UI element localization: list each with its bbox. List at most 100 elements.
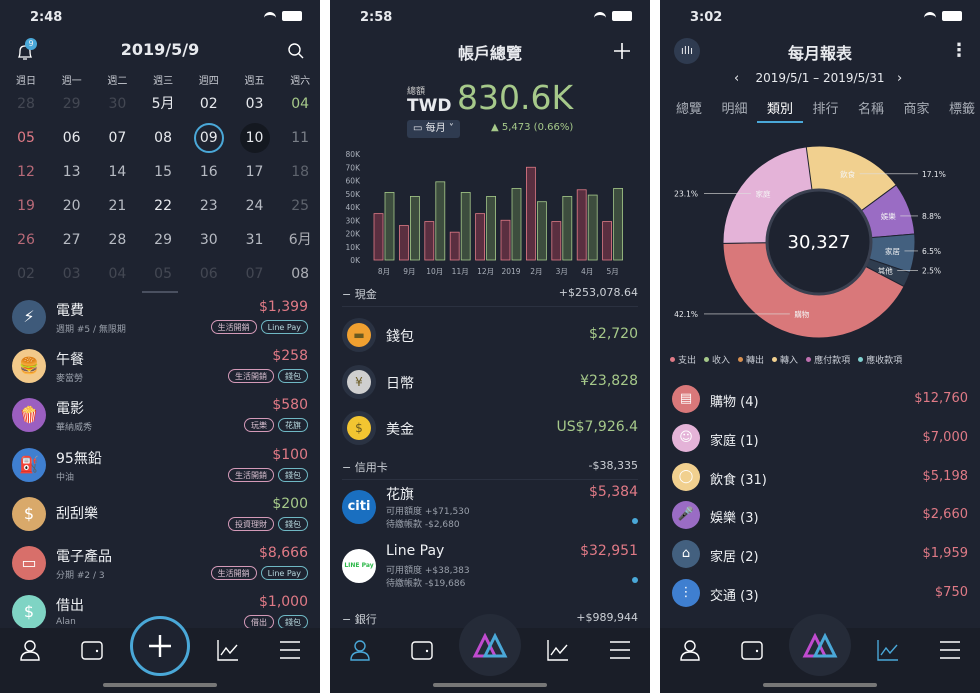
menu-icon[interactable] [608,638,632,662]
calendar-day[interactable]: 24 [235,191,275,221]
chart-icon[interactable] [876,638,900,662]
calendar-day[interactable]: 18 [280,157,320,187]
calendar-day[interactable]: 26 [6,225,46,255]
calendar-day[interactable]: 17 [235,157,275,187]
transaction-row[interactable]: ▭ 電子產品 分期 #2 / 3 $8,666 生活開銷 Line Pay [0,544,320,590]
category-row[interactable]: ⋮ 交通 (3) $750 [660,578,980,610]
transaction-row[interactable]: ⚡ 電費 週期 #5 / 無限期 $1,399 生活開銷 Line Pay [0,298,320,344]
add-account-icon[interactable] [612,41,632,61]
add-transaction-button[interactable] [130,616,190,676]
category-row[interactable]: ⌂ 家居 (2) $1,959 [660,539,980,571]
calendar-day[interactable]: 04 [97,259,137,289]
tag-chip[interactable]: 錢包 [278,467,308,482]
tag-chip[interactable]: 生活開銷 [210,566,257,580]
calendar-day[interactable]: 30 [189,225,229,255]
tag-chip[interactable]: 生活開銷 [210,320,257,334]
tag-chip[interactable]: 生活開銷 [228,369,274,384]
legend-item[interactable]: 應收款項 [858,353,902,366]
profile-icon[interactable] [678,638,702,662]
wallet-icon[interactable] [740,638,764,662]
calendar-day[interactable]: 03 [235,89,275,119]
calendar-day[interactable]: 10 [239,123,270,153]
calendar-day[interactable]: 12 [6,157,46,187]
calendar-day[interactable]: 28 [97,225,137,255]
calendar-day[interactable]: 09 [193,123,224,153]
calendar-day[interactable]: 13 [52,157,92,187]
tab-6[interactable]: 標籤 [939,98,980,117]
legend-item[interactable]: 轉出 [738,353,764,366]
calendar-day[interactable]: 16 [189,157,229,187]
calendar-day[interactable]: 07 [97,123,137,153]
menu-icon[interactable] [938,638,962,662]
tag-chip[interactable]: 生活開銷 [228,467,274,482]
tab-0[interactable]: 總覽 [666,98,712,117]
calendar-day[interactable]: 11 [280,123,320,153]
app-logo-button[interactable] [789,614,851,676]
app-logo-button[interactable] [459,614,521,676]
category-row[interactable]: ▤ 購物 (4) $12,760 [660,384,980,416]
tab-1[interactable]: 明細 [712,98,758,117]
search-icon[interactable] [287,42,305,60]
calendar-day[interactable]: 02 [6,259,46,289]
profile-icon[interactable] [348,638,372,662]
legend-item[interactable]: 支出 [670,353,696,366]
account-row[interactable]: LINE Pay Line Pay $32,951 可用額度 +$38,383 待繳帳款… [330,543,650,589]
calendar-day[interactable]: 08 [280,259,320,289]
more-options-icon[interactable]: ⋮ [950,40,968,61]
calendar-day[interactable]: 19 [6,191,46,221]
calendar-day[interactable]: 02 [189,89,229,119]
calendar-day[interactable]: 27 [52,225,92,255]
category-row[interactable]: ☺ 家庭 (1) $7,000 [660,423,980,455]
calendar-day[interactable]: 03 [52,259,92,289]
transaction-row[interactable]: ⛽ 95無鉛 中油 $100 生活開銷 錢包 [0,446,320,492]
legend-item[interactable]: 應付款項 [806,353,850,366]
calendar-day[interactable]: 05 [6,123,46,153]
calendar-drag-handle[interactable] [142,291,178,293]
tab-2[interactable]: 類別 [757,98,803,117]
category-row[interactable]: ◯ 飲食 (31) $5,198 [660,462,980,494]
tag-chip[interactable]: Line Pay [260,566,308,580]
tab-4[interactable]: 名稱 [848,98,894,117]
account-row[interactable]: $ 美金 US$7,926.4 [330,409,650,453]
transaction-row[interactable]: 🍿 電影 華納威秀 $580 玩樂 花旗 [0,396,320,442]
tag-chip[interactable]: Line Pay [260,320,308,334]
account-row[interactable]: citi 花旗 $5,384 可用額度 +$71,530 待繳帳款 -$2,680 [330,484,650,530]
wallet-icon[interactable] [80,638,104,662]
calendar-day[interactable]: 20 [52,191,92,221]
category-row[interactable]: 🎤 娛樂 (3) $2,660 [660,500,980,532]
calendar-day[interactable]: 15 [143,157,183,187]
account-row[interactable]: ▬ 錢包 $2,720 [330,316,650,360]
calendar-day[interactable]: 04 [280,89,320,119]
calendar-day[interactable]: 29 [143,225,183,255]
tab-5[interactable]: 商家 [894,98,940,117]
legend-item[interactable]: 轉入 [772,353,798,366]
calendar-day[interactable]: 6月 [280,225,320,255]
account-section-header[interactable]: − 現金 +$253,078.64 [342,286,638,302]
calendar-day[interactable]: 28 [6,89,46,119]
next-period-button[interactable]: › [897,71,902,86]
chart-icon[interactable] [546,638,570,662]
calendar-day[interactable]: 22 [143,191,183,221]
transaction-row[interactable]: $ 刮刮樂 $200 投資理財 錢包 [0,495,320,541]
wallet-icon[interactable] [410,638,434,662]
tag-chip[interactable]: 花旗 [278,418,308,433]
calendar-day[interactable]: 07 [235,259,275,289]
tag-chip[interactable]: 錢包 [278,369,308,384]
calendar-day[interactable]: 30 [97,89,137,119]
calendar-day[interactable]: 29 [52,89,92,119]
calendar-day[interactable]: 21 [97,191,137,221]
tag-chip[interactable]: 錢包 [278,516,308,531]
menu-icon[interactable] [278,638,302,662]
tab-3[interactable]: 排行 [803,98,849,117]
calendar-day[interactable]: 23 [189,191,229,221]
calendar-day[interactable]: 08 [143,123,183,153]
chart-icon[interactable] [216,638,240,662]
period-dropdown[interactable]: ▭ 每月 ˅ [407,120,460,138]
calendar-day[interactable]: 06 [189,259,229,289]
calendar-day[interactable]: 5月 [143,89,183,119]
account-section-header[interactable]: − 信用卡 -$38,335 [342,459,638,475]
transaction-row[interactable]: 🍔 午餐 麥當勞 $258 生活開銷 錢包 [0,347,320,393]
account-row[interactable]: ¥ 日幣 ¥23,828 [330,363,650,407]
calendar-day[interactable]: 06 [52,123,92,153]
calendar-day[interactable]: 25 [280,191,320,221]
